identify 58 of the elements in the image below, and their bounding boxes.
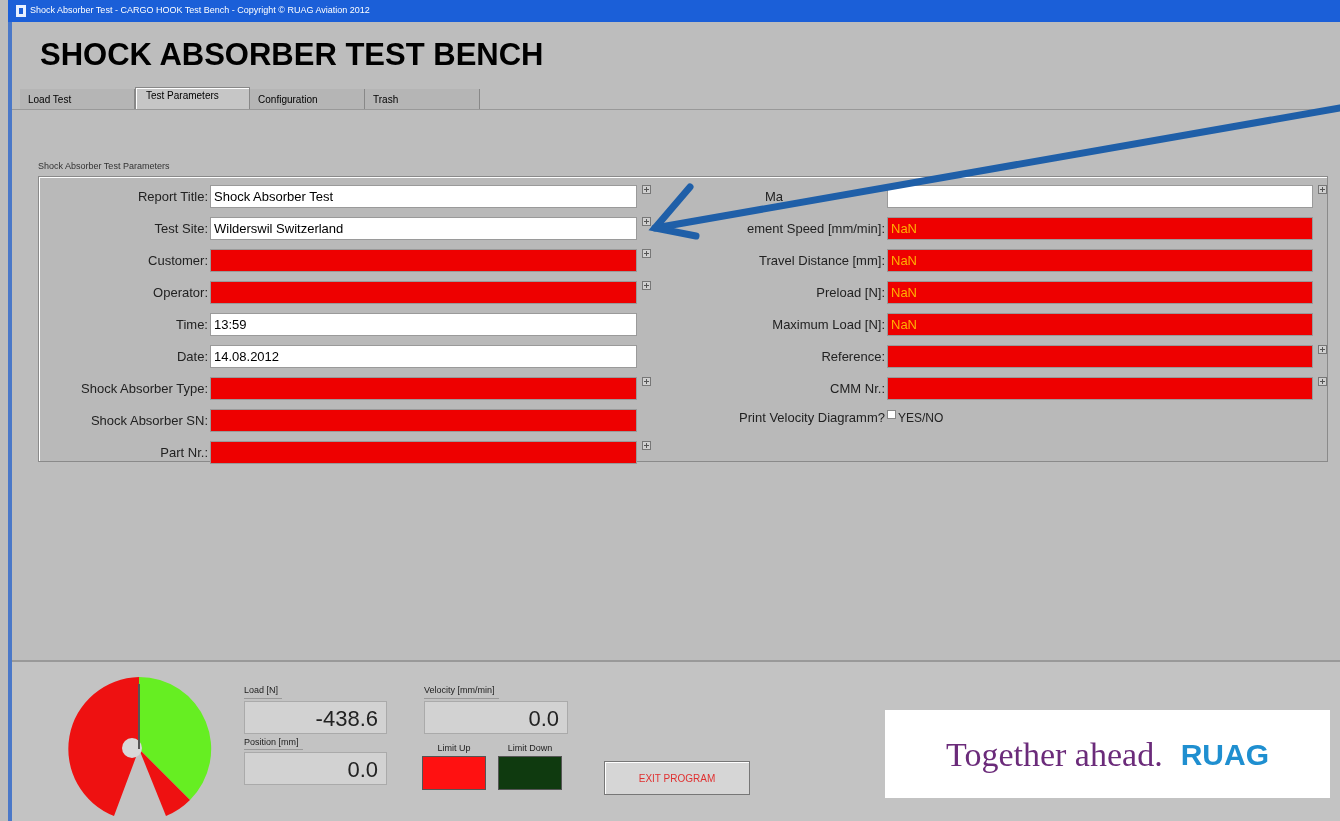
field-label: CMM Nr.: — [830, 379, 885, 398]
list-icon[interactable] — [1317, 377, 1327, 386]
field-label: Shock Absorber Type: — [81, 379, 208, 398]
tab[interactable]: Configuration — [250, 89, 366, 109]
window-title: Shock Absorber Test - CARGO HOOK Test Bench - Copyright © RUAG Aviation 2012 — [30, 4, 370, 18]
field-label: Preload [N]: — [816, 283, 885, 302]
input-field[interactable] — [210, 249, 637, 272]
input-field[interactable]: 14.08.2012 — [210, 345, 637, 368]
section-title: Shock Absorber Test Parameters — [38, 160, 170, 173]
input-field[interactable]: Shock Absorber Test — [210, 185, 637, 208]
numeric-indicator: 0.0 — [244, 752, 387, 785]
list-icon[interactable] — [641, 281, 651, 290]
led-label: Limit Up — [437, 742, 471, 755]
led-label: Limit Down — [507, 742, 553, 755]
logo-slogan: Together ahead. — [946, 734, 1163, 775]
field-label: Part Nr.: — [160, 443, 208, 462]
input-field[interactable] — [887, 377, 1313, 400]
page-heading: SHOCK ABSORBER TEST BENCH — [40, 35, 544, 74]
input-field[interactable] — [210, 409, 637, 432]
checkbox-option: YES/NO — [896, 409, 944, 427]
field-label: Ma — [764, 187, 783, 206]
input-field[interactable] — [887, 345, 1313, 368]
list-icon[interactable] — [641, 441, 651, 450]
input-field[interactable] — [210, 281, 637, 304]
field-label: Shock Absorber SN: — [90, 411, 208, 430]
input-field[interactable] — [887, 185, 1313, 208]
field-label: Date: — [176, 347, 208, 366]
indicator-label: Load [N] — [244, 684, 283, 699]
field-label: ement Speed [mm/min]: — [747, 219, 885, 238]
tab[interactable]: Test Parameters — [135, 87, 251, 109]
list-icon[interactable] — [641, 217, 651, 226]
indicator-label: Velocity [mm/min] — [424, 684, 499, 699]
numeric-indicator: 0.0 — [424, 700, 568, 734]
numeric-indicator: -438.6 — [244, 700, 387, 734]
field-label: Maximum Load [N]: — [772, 315, 885, 334]
list-icon[interactable] — [1317, 185, 1327, 194]
field-label: Operator: — [153, 283, 208, 302]
list-icon[interactable] — [1317, 345, 1327, 354]
app-icon — [16, 5, 26, 17]
input-field[interactable]: 13:59 — [210, 313, 637, 336]
checkbox-label: Print Velocity Diagramm? — [738, 409, 886, 428]
logo-brand: RUAG — [1180, 736, 1269, 773]
input-field[interactable]: Wilderswil Switzerland — [210, 217, 637, 240]
field-label: Customer: — [148, 251, 208, 270]
field-label: Test Site: — [154, 219, 208, 238]
field-label: Report Title: — [137, 187, 208, 206]
checkbox[interactable] — [887, 410, 896, 419]
field-label: Travel Distance [mm]: — [759, 251, 885, 270]
tab[interactable]: Load Test — [20, 89, 135, 109]
field-label: Time: — [175, 315, 208, 334]
list-icon[interactable] — [641, 249, 651, 258]
tab[interactable]: Trash — [365, 89, 480, 109]
indicator-label: Position [mm] — [244, 735, 303, 750]
list-icon[interactable] — [641, 377, 651, 386]
input-field[interactable] — [210, 441, 637, 464]
field-label: Reference: — [821, 347, 885, 366]
list-icon[interactable] — [641, 185, 651, 194]
input-field[interactable] — [210, 377, 637, 400]
